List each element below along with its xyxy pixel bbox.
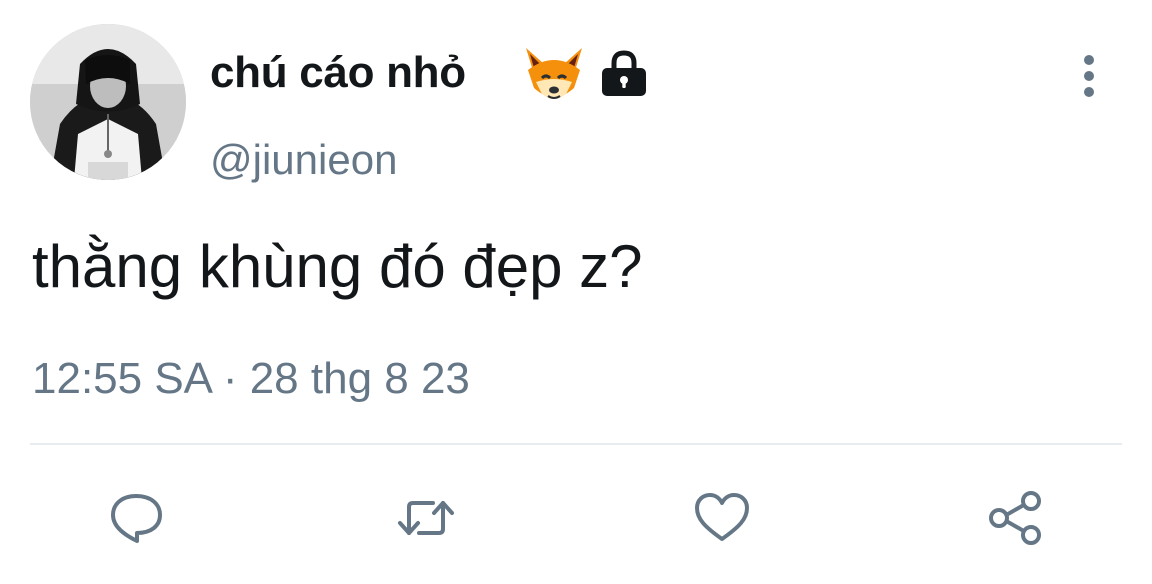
share-icon — [989, 491, 1041, 545]
retweet-button[interactable] — [396, 488, 456, 548]
lock-icon — [602, 50, 646, 96]
reply-icon — [111, 494, 162, 543]
fox-face-icon — [526, 48, 582, 99]
avatar-photo — [30, 24, 186, 180]
user-handle[interactable]: @jiunieon — [210, 136, 397, 184]
reply-button[interactable] — [106, 488, 166, 548]
divider — [30, 443, 1122, 445]
more-vertical-icon[interactable] — [1072, 54, 1106, 98]
heart-icon — [695, 493, 749, 541]
tweet-text: thằng khùng đó đẹp z? — [32, 233, 643, 300]
like-button[interactable] — [692, 488, 752, 548]
tweet-timestamp: 12:55 SA · 28 thg 8 23 — [32, 354, 470, 403]
share-button[interactable] — [986, 488, 1046, 548]
display-name[interactable]: chú cáo nhỏ — [210, 48, 466, 98]
avatar[interactable] — [30, 24, 186, 180]
retweet-icon — [398, 501, 454, 535]
